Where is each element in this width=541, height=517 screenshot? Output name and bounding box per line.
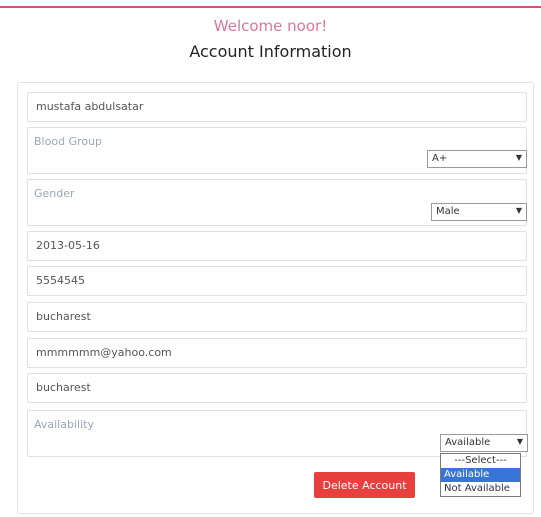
welcome-message: Welcome noor! [213, 17, 328, 35]
availability-selected: Available [445, 437, 491, 448]
availability-dropdown-list: ---Select--- Available Not Available [440, 453, 521, 497]
blood-group-label: Blood Group [34, 135, 103, 148]
chevron-down-icon: ▼ [515, 206, 522, 215]
phone-field[interactable]: 5554545 [27, 266, 527, 296]
blood-group-selected: A+ [432, 153, 448, 164]
date-field[interactable]: 2013-05-16 [27, 231, 527, 261]
top-accent-line [0, 6, 541, 8]
date-value: 2013-05-16 [36, 239, 100, 252]
availability-select[interactable]: Available ▼ [440, 434, 528, 452]
phone-value: 5554545 [36, 274, 85, 287]
gender-label: Gender [34, 187, 75, 200]
availability-option[interactable]: ---Select--- [441, 454, 520, 468]
delete-account-button[interactable]: Delete Account [314, 472, 415, 498]
city-field[interactable]: bucharest [27, 302, 527, 332]
chevron-down-icon: ▼ [515, 153, 522, 162]
address-field[interactable]: bucharest [27, 373, 527, 403]
page-title: Account Information [189, 42, 352, 61]
address-value: bucharest [36, 381, 91, 394]
chevron-down-icon: ▼ [516, 437, 523, 446]
email-value: mmmmmm@yahoo.com [36, 346, 172, 359]
email-field[interactable]: mmmmmm@yahoo.com [27, 338, 527, 368]
blood-group-select[interactable]: A+ ▼ [427, 150, 527, 168]
city-value: bucharest [36, 310, 91, 323]
availability-option-highlighted[interactable]: Available [441, 468, 520, 482]
availability-option[interactable]: Not Available [441, 482, 520, 496]
gender-select[interactable]: Male ▼ [431, 203, 527, 221]
gender-selected: Male [436, 206, 460, 217]
name-field[interactable]: mustafa abdulsatar [27, 92, 527, 122]
name-value: mustafa abdulsatar [36, 100, 144, 113]
availability-label: Availability [34, 418, 94, 431]
